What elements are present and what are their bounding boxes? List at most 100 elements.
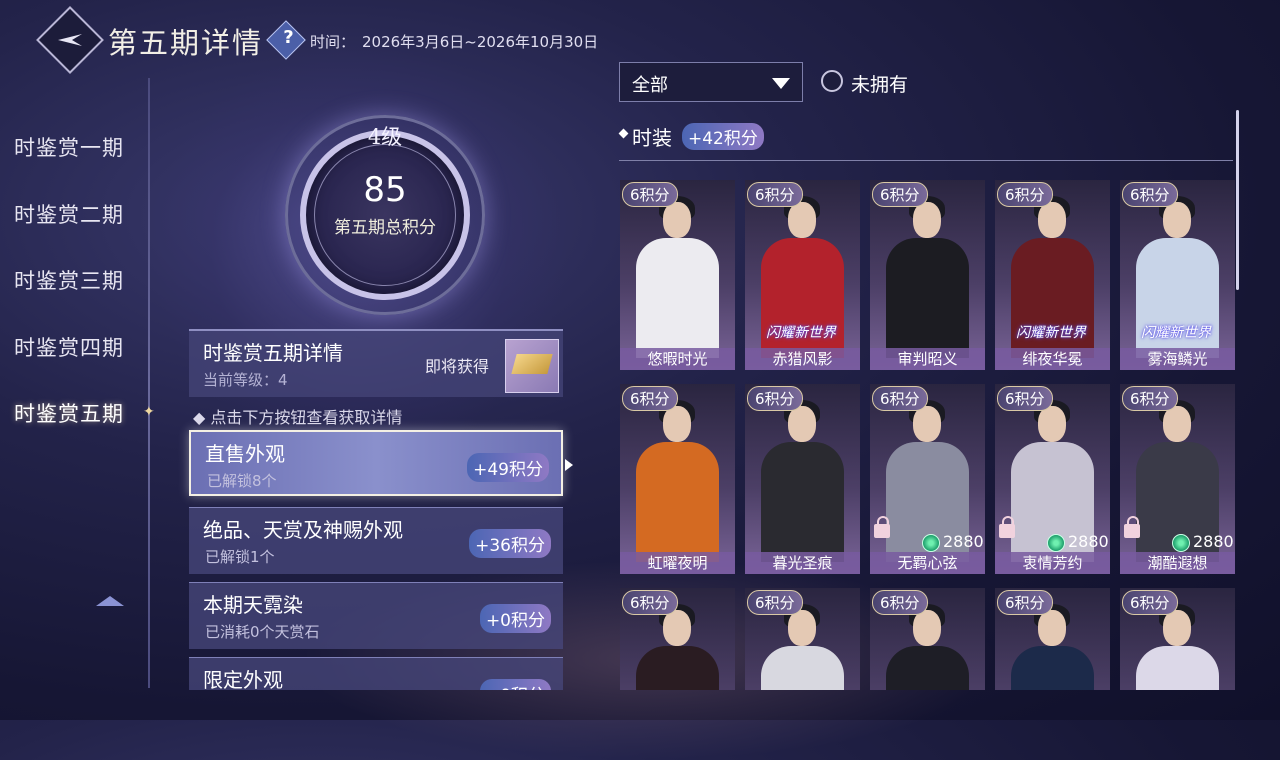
period-tab-3[interactable]: 时鉴赏三期 [14,265,124,295]
category-title: 直售外观 [205,442,285,466]
time-label: 时间： [310,33,356,51]
outfit-card[interactable]: 6积分 2880 潮酷遐想 [1120,384,1235,574]
hint-text: ◆ 点击下方按钮查看获取详情 [193,408,403,427]
period-divider [148,78,150,688]
currency-icon [922,534,940,552]
outfit-card[interactable]: 6积分 2880 衷情芳约 [995,384,1110,574]
character-outfit [761,442,844,562]
outfit-card[interactable]: 6积分闪耀新世界绯夜华冕 [995,180,1110,370]
section-title: 时装 [632,126,672,150]
filter-dropdown[interactable]: 全部 [619,62,803,102]
section-bullet-icon [618,128,629,139]
card-name: 绯夜华冕 [995,348,1110,370]
category-title: 绝品、天赏及神赐外观 [203,518,403,542]
outfit-card[interactable]: 6积分 [870,588,985,690]
period-tab-4[interactable]: 时鉴赏四期 [14,332,124,362]
card-name: 虹曜夜明 [620,552,735,574]
outfit-card[interactable]: 6积分 暮光圣痕 [745,384,860,574]
lock-icon [874,516,890,538]
card-name: 悠暇时光 [620,348,735,370]
period-tab-2[interactable]: 时鉴赏二期 [14,199,124,229]
unowned-radio[interactable] [821,70,843,92]
card-points-badge: 6积分 [622,182,678,207]
selected-arrow-icon [565,459,573,471]
card-name: 无羁心弦 [870,552,985,574]
character-head [913,202,941,238]
category-points-badge: +0积分 [479,604,551,633]
details-title: 时鉴赏五期详情 [203,341,343,365]
card-price: 2880 [1068,532,1109,551]
outfit-grid: 6积分 悠暇时光 6积分 闪耀新世界 赤猎风影 6积分 审判昭义 6积分 闪耀新世界 绯夜华冕 6积… [619,178,1239,690]
card-points-badge: 6积分 [997,590,1053,615]
category-dye[interactable]: 本期天霓染 已消耗0个天赏石 +0积分 [189,582,563,649]
card-name: 赤猎风影 [745,348,860,370]
character-outfit [1136,646,1219,690]
category-direct-sale[interactable]: 直售外观 已解锁8个 +49积分 [189,430,563,496]
period-tab-5[interactable]: 时鉴赏五期 [14,398,124,428]
time-value: 2026年3月6日~2026年10月30日 [362,33,599,51]
currency-icon [1172,534,1190,552]
category-limited[interactable]: 限定外观 +0积分 [189,657,563,690]
card-points-badge: 6积分 [872,590,928,615]
character-head [913,406,941,442]
card-points-badge: 6积分 [1122,182,1178,207]
card-points-badge: 6积分 [1122,386,1178,411]
category-points-badge: +0积分 [479,679,551,690]
unowned-label[interactable]: 未拥有 [851,70,908,97]
back-arrow-icon [58,34,82,46]
outfit-card[interactable]: 6积分 [620,588,735,690]
outfit-card[interactable]: 6积分 2880 无羁心弦 [870,384,985,574]
card-points-badge: 6积分 [872,182,928,207]
character-head [1163,202,1191,238]
character-outfit [636,238,719,358]
period-details-card[interactable]: 时鉴赏五期详情 当前等级：4 即将获得 [189,329,563,397]
character-outfit [886,646,969,690]
character-outfit [636,442,719,562]
character-outfit [761,646,844,690]
outfit-card[interactable]: 6积分 [745,588,860,690]
outfit-card[interactable]: 6积分 闪耀新世界 雾海鳞光 [1120,180,1235,370]
category-points-badge: +36积分 [469,529,551,558]
category-premium[interactable]: 绝品、天赏及神赐外观 已解锁1个 +36积分 [189,507,563,574]
character-head [663,610,691,646]
card-name: 衷情芳约 [995,552,1110,574]
section-divider [619,160,1233,161]
card-points-badge: 6积分 [997,182,1053,207]
category-subtitle: 已解锁1个 [205,548,275,566]
back-button[interactable] [36,6,104,74]
filter-selected-value: 全部 [632,75,668,96]
character-head [1038,202,1066,238]
character-head [1038,610,1066,646]
character-head [663,202,691,238]
card-points-badge: 6积分 [997,386,1053,411]
card-points-badge: 6积分 [1122,590,1178,615]
total-score: 85 [363,170,407,210]
character-head [788,610,816,646]
outfit-card[interactable]: 6积分 闪耀新世界 赤猎风影 [745,180,860,370]
character-outfit [636,646,719,690]
card-name: 潮酷遐想 [1120,552,1235,574]
period-tab-1[interactable]: 时鉴赏一期 [14,132,124,162]
outfit-card[interactable]: 6积分虹曜夜明 [620,384,735,574]
total-score-label: 第五期总积分 [334,218,436,238]
outfit-card[interactable]: 6积分 [995,588,1110,690]
category-points-badge: +49积分 [467,453,549,482]
outfit-card[interactable]: 6积分 审判昭义 [870,180,985,370]
card-price: 2880 [1193,532,1234,551]
outfit-card[interactable]: 6积分 [1120,588,1235,690]
character-head [1163,406,1191,442]
section-points-badge: +42积分 [682,123,764,150]
category-title: 本期天霓染 [203,593,303,617]
reward-ticket-icon[interactable] [505,339,559,393]
character-head [1038,406,1066,442]
card-points-badge: 6积分 [622,386,678,411]
card-name: 暮光圣痕 [745,552,860,574]
event-badge: 闪耀新世界 [1016,325,1086,341]
current-level: 当前等级：4 [203,371,288,389]
outfit-card[interactable]: 6积分悠暇时光 [620,180,735,370]
scroll-up-icon[interactable] [96,596,124,606]
card-name: 雾海鳞光 [1120,348,1235,370]
dropdown-arrow-icon [772,78,790,89]
lock-icon [999,516,1015,538]
character-outfit [886,238,969,358]
